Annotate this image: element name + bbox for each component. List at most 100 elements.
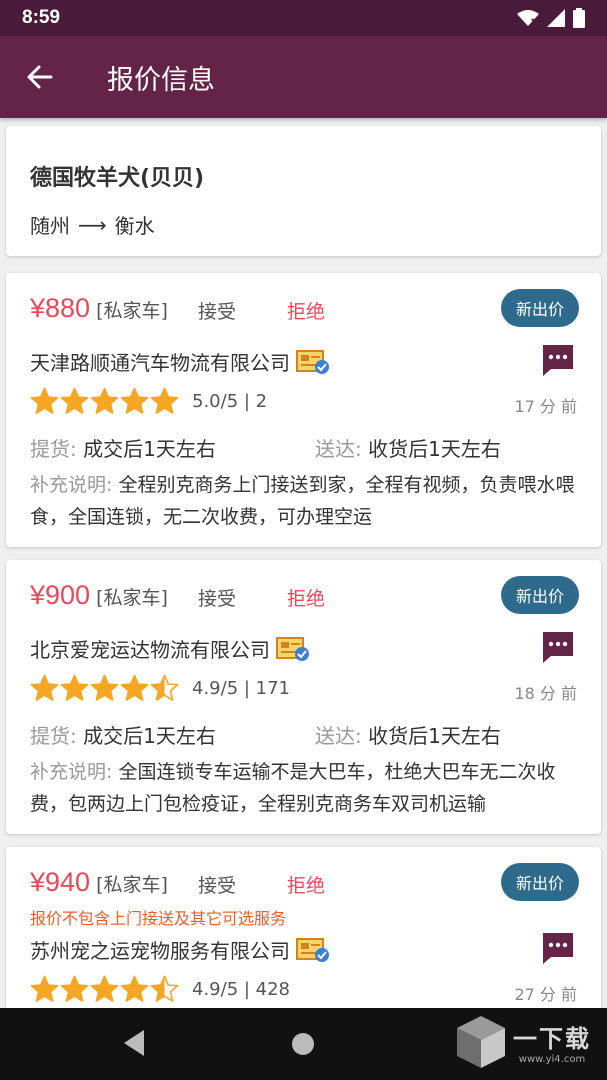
arrow-left-icon [27, 65, 53, 89]
accept-button[interactable]: 接受 [198, 584, 236, 611]
pickup-info: 提货: 成交后1天左右 [30, 433, 216, 462]
star-icon [150, 387, 179, 414]
note: 补充说明: 全国连锁专车运输不是大巴车，杜绝大巴车无二次收费，包两边上门包检疫证… [30, 756, 575, 820]
accept-button[interactable]: 接受 [198, 871, 236, 898]
new-price-button[interactable]: 新出价 [501, 289, 579, 327]
deliver-info: 送达: 收货后1天左右 [315, 433, 501, 462]
system-nav-bar: 一下载 www.yi4.com [0, 1008, 607, 1080]
deliver-info: 送达: 收货后1天左右 [315, 720, 501, 749]
company-name-row[interactable]: 北京爱宠运达物流有限公司 [30, 634, 310, 663]
quote-price: ¥900 [30, 580, 91, 610]
page-title: 报价信息 [107, 64, 215, 96]
quote-list[interactable]: 德国牧羊犬(贝贝) 随州 ⟶ 衡水 ¥880 [私家车] 接受 拒绝 新出价 天… [0, 118, 607, 1008]
signal-icon [547, 9, 565, 27]
pickup-info: 提货: 成交后1天左右 [30, 720, 216, 749]
star-icon [60, 975, 89, 1002]
reject-button[interactable]: 拒绝 [287, 584, 325, 611]
quote-card[interactable]: ¥900 [私家车] 接受 拒绝 新出价 北京爱宠运达物流有限公司 4.9/5 … [6, 560, 601, 834]
car-type: [私家车] [96, 874, 168, 896]
verified-license-icon [296, 937, 329, 962]
accept-button[interactable]: 接受 [198, 297, 236, 324]
new-price-button[interactable]: 新出价 [501, 863, 579, 901]
quote-card[interactable]: ¥940 [私家车] 接受 拒绝 新出价 报价不包含上门接送及其它可选服务 苏州… [6, 847, 601, 1008]
star-icon [120, 387, 149, 414]
car-type: [私家车] [96, 587, 168, 609]
watermark-brand: 一下载 [513, 1025, 591, 1053]
back-button[interactable] [0, 36, 80, 118]
pet-info-card: 德国牧羊犬(贝贝) 随州 ⟶ 衡水 [6, 126, 601, 256]
star-icon [30, 674, 59, 701]
rating-row: 5.0/5 | 2 [30, 387, 267, 415]
star-icon [120, 674, 149, 701]
rating-row: 4.9/5 | 171 [30, 674, 290, 702]
status-time: 8:59 [22, 7, 61, 28]
car-type: [私家车] [96, 300, 168, 322]
pickup-label: 提货: [30, 724, 84, 748]
wifi-icon [517, 10, 539, 26]
company-name: 苏州宠之运宠物服务有限公司 [30, 939, 290, 963]
status-bar: 8:59 [0, 0, 607, 36]
quote-warning: 报价不包含上门接送及其它可选服务 [30, 909, 287, 928]
deliver-value: 收货后1天左右 [368, 437, 501, 461]
route: 随州 ⟶ 衡水 [30, 210, 155, 239]
note-label: 补充说明: [30, 761, 119, 783]
route-arrow: ⟶ [78, 212, 107, 237]
deliver-label: 送达: [315, 437, 369, 461]
price-row: ¥940 [私家车] [30, 867, 168, 901]
nav-back-icon[interactable] [122, 1028, 146, 1058]
rating-text: 4.9/5 | 171 [192, 677, 291, 699]
watermark-text: 一下载 www.yi4.com [513, 1019, 591, 1065]
new-price-button[interactable]: 新出价 [501, 576, 579, 614]
star-icon [30, 387, 59, 414]
chat-bubble-icon[interactable] [541, 931, 575, 965]
watermark: 一下载 www.yi4.com [455, 1014, 591, 1070]
note: 补充说明: 全程别克商务上门接送到家，全程有视频，负责喂水喂食，全国连锁，无二次… [30, 469, 575, 533]
cube-logo-icon [457, 1016, 505, 1068]
rating-row: 4.9/5 | 428 [30, 975, 290, 1003]
note-label: 补充说明: [30, 474, 119, 496]
verified-license-icon [276, 636, 309, 661]
star-rating [30, 674, 180, 702]
reject-button[interactable]: 拒绝 [287, 871, 325, 898]
star-icon [30, 975, 59, 1002]
price-row: ¥900 [私家车] [30, 580, 168, 614]
chat-bubble-icon[interactable] [541, 630, 575, 664]
pickup-value: 成交后1天左右 [83, 437, 216, 461]
star-icon [90, 387, 119, 414]
quote-price: ¥940 [30, 867, 91, 897]
pet-name: 德国牧羊犬(贝贝) [30, 166, 205, 191]
pickup-value: 成交后1天左右 [83, 724, 216, 748]
price-row: ¥880 [私家车] [30, 293, 168, 327]
star-icon [120, 975, 149, 1002]
route-to: 衡水 [114, 214, 155, 238]
quote-time: 18 分 前 [514, 684, 577, 703]
pickup-label: 提货: [30, 437, 84, 461]
watermark-url: www.yi4.com [518, 1054, 586, 1065]
quote-time: 17 分 前 [514, 397, 577, 416]
company-name-row[interactable]: 天津路顺通汽车物流有限公司 [30, 347, 330, 376]
quote-time: 27 分 前 [514, 985, 577, 1004]
chat-bubble-icon[interactable] [541, 343, 575, 377]
star-icon [90, 975, 119, 1002]
status-icons [517, 8, 585, 28]
star-icon [150, 975, 179, 1002]
quote-price: ¥880 [30, 293, 91, 323]
nav-home-icon[interactable] [292, 1033, 314, 1055]
star-rating [30, 975, 180, 1003]
company-name: 天津路顺通汽车物流有限公司 [30, 351, 290, 375]
app-bar: 报价信息 [0, 36, 607, 118]
battery-icon [573, 8, 585, 28]
star-icon [150, 674, 179, 701]
company-name-row[interactable]: 苏州宠之运宠物服务有限公司 [30, 935, 330, 964]
star-icon [60, 387, 89, 414]
deliver-label: 送达: [315, 724, 369, 748]
route-from: 随州 [30, 214, 70, 238]
reject-button[interactable]: 拒绝 [287, 297, 325, 324]
star-icon [60, 674, 89, 701]
company-name: 北京爱宠运达物流有限公司 [30, 638, 270, 662]
rating-text: 4.9/5 | 428 [192, 978, 291, 1000]
quote-card[interactable]: ¥880 [私家车] 接受 拒绝 新出价 天津路顺通汽车物流有限公司 5.0/5… [6, 273, 601, 547]
rating-text: 5.0/5 | 2 [192, 390, 268, 412]
star-rating [30, 387, 180, 415]
star-icon [90, 674, 119, 701]
